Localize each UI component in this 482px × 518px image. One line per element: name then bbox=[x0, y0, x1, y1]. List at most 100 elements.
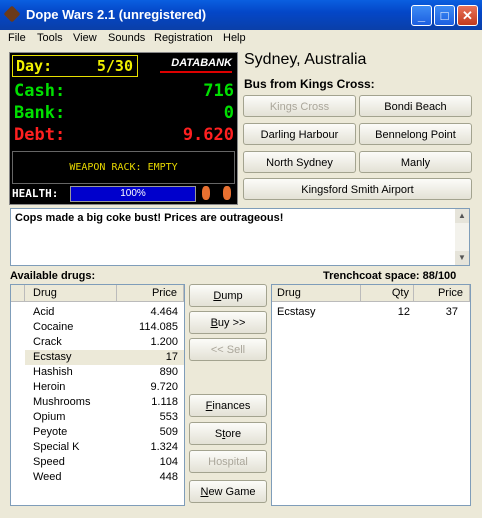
drug-row[interactable]: Hashish 890 bbox=[25, 365, 184, 380]
kidney-icon bbox=[202, 186, 210, 200]
dump-button[interactable]: Dump bbox=[189, 284, 267, 307]
drug-row[interactable]: Special K 1.324 bbox=[25, 440, 184, 455]
drug-name: Peyote bbox=[33, 426, 68, 438]
drug-price: 509 bbox=[159, 426, 178, 438]
travel-darling-harbour-button[interactable]: Darling Harbour bbox=[243, 123, 356, 145]
drug-name: Weed bbox=[33, 471, 62, 483]
scroll-up-icon[interactable]: ▲ bbox=[455, 209, 469, 223]
finances-button[interactable]: Finances bbox=[189, 394, 267, 417]
menu-view[interactable]: View bbox=[73, 32, 97, 44]
drug-name: Speed bbox=[33, 456, 65, 468]
debt-row: Debt: 9.620 bbox=[14, 125, 234, 145]
drug-name: Hashish bbox=[33, 366, 73, 378]
bus-from-label: Bus from Kings Cross: bbox=[244, 77, 375, 91]
day-label: Day: bbox=[16, 57, 53, 75]
travel-north-sydney-button[interactable]: North Sydney bbox=[243, 151, 356, 173]
drug-row[interactable]: Cocaine 114.085 bbox=[25, 320, 184, 335]
menu-tools[interactable]: Tools bbox=[37, 32, 63, 44]
drug-name: Ecstasy bbox=[33, 351, 72, 363]
health-bar: 100% bbox=[70, 186, 196, 202]
debt-value: 9.620 bbox=[182, 125, 234, 145]
bank-label: Bank: bbox=[14, 103, 66, 123]
drug-price: 4.464 bbox=[150, 306, 178, 318]
menu-registration[interactable]: Registration bbox=[154, 32, 213, 44]
column-header-drug[interactable]: Drug bbox=[25, 285, 117, 302]
column-header-select[interactable] bbox=[11, 285, 25, 302]
drug-row[interactable]: Speed 104 bbox=[25, 455, 184, 470]
drug-price: 114.085 bbox=[139, 321, 178, 333]
column-header-qty[interactable]: Qty bbox=[361, 285, 414, 302]
health-percent: 100% bbox=[120, 188, 146, 199]
drug-price: 9.720 bbox=[150, 381, 178, 393]
drug-row[interactable]: Heroin 9.720 bbox=[25, 380, 184, 395]
column-header-drug[interactable]: Drug bbox=[272, 285, 361, 302]
drug-row[interactable]: Peyote 509 bbox=[25, 425, 184, 440]
travel-manly-button[interactable]: Manly bbox=[359, 151, 472, 173]
scroll-down-icon[interactable]: ▼ bbox=[455, 251, 469, 265]
drug-row[interactable]: Mushrooms 1.118 bbox=[25, 395, 184, 410]
menu-help[interactable]: Help bbox=[223, 32, 246, 44]
debt-label: Debt: bbox=[14, 125, 66, 145]
cash-row: Cash: 716 bbox=[14, 81, 234, 101]
kidney-icon bbox=[223, 186, 231, 200]
bank-row: Bank: 0 bbox=[14, 103, 234, 123]
drug-name: Acid bbox=[33, 306, 55, 318]
drug-name: Cocaine bbox=[33, 321, 74, 333]
drug-name: Opium bbox=[33, 411, 66, 423]
drug-price: 448 bbox=[159, 471, 178, 483]
inventory-drug: Ecstasy bbox=[277, 306, 316, 318]
maximize-button[interactable]: □ bbox=[434, 5, 455, 26]
travel-bondi-beach-button[interactable]: Bondi Beach bbox=[359, 95, 472, 117]
travel-airport-button[interactable]: Kingsford Smith Airport bbox=[243, 178, 472, 200]
inventory-price: 37 bbox=[445, 306, 458, 318]
minimize-button[interactable]: _ bbox=[411, 5, 432, 26]
close-button[interactable]: ✕ bbox=[457, 5, 478, 26]
trenchcoat-space-label: Trenchcoat space: 88/100 bbox=[323, 270, 457, 282]
available-drugs-list[interactable]: Drug Price Acid 4.464 Cocaine 114.085 Crack 1… bbox=[10, 284, 185, 506]
drug-row[interactable]: Ecstasy 17 bbox=[25, 350, 184, 365]
trenchcoat-list[interactable]: Drug Qty Price Ecstasy 12 37 bbox=[271, 284, 471, 506]
bank-value: 0 bbox=[223, 103, 234, 123]
cash-value: 716 bbox=[203, 81, 234, 101]
event-message: Cops made a big coke bust! Prices are ou… bbox=[15, 212, 284, 224]
drug-price: 1.324 bbox=[150, 441, 178, 453]
drug-price: 17 bbox=[165, 351, 178, 363]
travel-bennelong-point-button[interactable]: Bennelong Point bbox=[359, 123, 472, 145]
title-bar: Dope Wars 2.1 (unregistered) _ □ ✕ bbox=[0, 0, 482, 30]
message-scrollbar[interactable]: ▲ ▼ bbox=[455, 209, 469, 265]
store-button[interactable]: Store bbox=[189, 422, 267, 445]
drug-price: 104 bbox=[159, 456, 178, 468]
drug-name: Mushrooms bbox=[33, 396, 91, 408]
hospital-button[interactable]: Hospital bbox=[189, 450, 267, 473]
available-drugs-label: Available drugs: bbox=[10, 270, 96, 282]
buy-button[interactable]: Buy >> bbox=[189, 311, 267, 334]
drug-name: Special K bbox=[33, 441, 80, 453]
drug-price: 1.118 bbox=[151, 396, 178, 408]
drug-name: Heroin bbox=[33, 381, 66, 393]
weapon-rack: WEAPON RACK: EMPTY bbox=[12, 151, 235, 184]
sell-button[interactable]: << Sell bbox=[189, 338, 267, 361]
health-label: HEALTH: bbox=[12, 187, 59, 200]
drug-row[interactable]: Weed 448 bbox=[25, 470, 184, 485]
new-game-button[interactable]: New Game bbox=[189, 480, 267, 503]
column-header-price[interactable]: Price bbox=[414, 285, 470, 302]
drug-price: 890 bbox=[159, 366, 178, 378]
drug-row[interactable]: Crack 1.200 bbox=[25, 335, 184, 350]
location-title: Sydney, Australia bbox=[244, 51, 367, 68]
menu-sounds[interactable]: Sounds bbox=[108, 32, 145, 44]
drug-price: 553 bbox=[159, 411, 178, 423]
status-display: Day: 5/30 DATABANK Cash: 716 Bank: 0 Deb… bbox=[9, 52, 238, 205]
drug-row[interactable]: Acid 4.464 bbox=[25, 305, 184, 320]
column-header-price[interactable]: Price bbox=[117, 285, 184, 302]
app-icon bbox=[3, 5, 21, 23]
databank-logo: DATABANK bbox=[160, 57, 232, 73]
menu-file[interactable]: File bbox=[8, 32, 26, 44]
drug-row[interactable]: Opium 553 bbox=[25, 410, 184, 425]
cash-label: Cash: bbox=[14, 81, 66, 101]
window-title: Dope Wars 2.1 (unregistered) bbox=[26, 7, 207, 22]
inventory-qty: 12 bbox=[397, 306, 410, 318]
drug-price: 1.200 bbox=[150, 336, 178, 348]
message-log[interactable]: Cops made a big coke bust! Prices are ou… bbox=[10, 208, 470, 266]
travel-kings-cross-button[interactable]: Kings Cross bbox=[243, 95, 356, 117]
inventory-row[interactable]: Ecstasy 12 37 bbox=[272, 305, 470, 320]
